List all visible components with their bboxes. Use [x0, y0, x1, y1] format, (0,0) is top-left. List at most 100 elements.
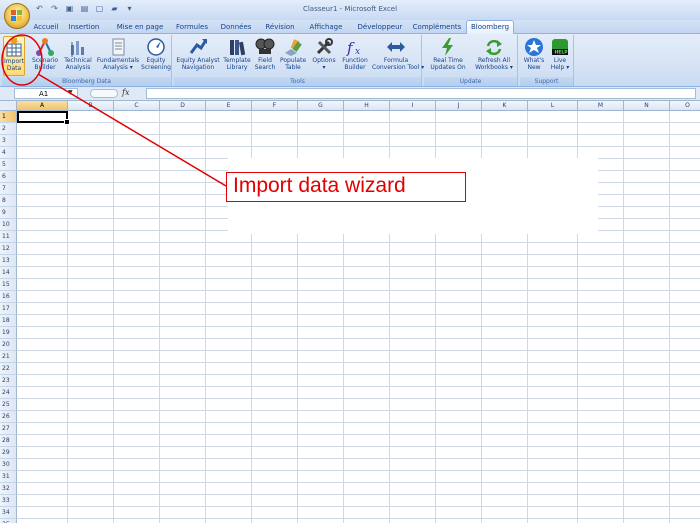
- row-header-34[interactable]: 34: [0, 507, 17, 519]
- field-search-button[interactable]: Field Search: [254, 36, 276, 76]
- equity-screening-button[interactable]: Equity Screening: [141, 36, 171, 76]
- tab-bloomberg[interactable]: Bloomberg: [466, 20, 514, 35]
- row-header-4[interactable]: 4: [0, 147, 17, 159]
- tab-affichage[interactable]: Affichage: [304, 21, 348, 34]
- function-builder-button[interactable]: f x Function Builder: [340, 36, 370, 76]
- active-cell-a1[interactable]: [17, 111, 70, 125]
- title-bar: ↶ ↷ ▣ ▤ ▢ ▰ ▾ Classeur1 - Microsoft Exce…: [0, 0, 700, 20]
- column-header-e[interactable]: E: [206, 101, 252, 111]
- row-header-31[interactable]: 31: [0, 471, 17, 483]
- tab-developpeur[interactable]: Développeur: [352, 21, 408, 34]
- row-header-10[interactable]: 10: [0, 219, 17, 231]
- row-header-13[interactable]: 13: [0, 255, 17, 267]
- tab-accueil[interactable]: Accueil: [32, 21, 60, 34]
- equity-analyst-navigation-button[interactable]: Equity Analyst Navigation: [176, 36, 220, 76]
- row-header-7[interactable]: 7: [0, 183, 17, 195]
- refresh-all-workbooks-button[interactable]: Refresh All Workbooks ▾: [472, 36, 516, 76]
- options-button[interactable]: Options ▾: [310, 36, 338, 76]
- formula-bar-resize-handle[interactable]: [90, 89, 118, 98]
- row-header-14[interactable]: 14: [0, 267, 17, 279]
- group-tools: Equity Analyst Navigation Template Libra…: [174, 35, 424, 86]
- whats-new-button[interactable]: What's New: [522, 36, 546, 76]
- column-header-m[interactable]: M: [578, 101, 624, 111]
- template-library-button[interactable]: Template Library: [222, 36, 252, 76]
- row-header-28[interactable]: 28: [0, 435, 17, 447]
- row-header-32[interactable]: 32: [0, 483, 17, 495]
- column-header-a[interactable]: A: [17, 101, 68, 111]
- column-header-l[interactable]: L: [528, 101, 578, 111]
- row-header-29[interactable]: 29: [0, 447, 17, 459]
- row-header-24[interactable]: 24: [0, 387, 17, 399]
- row-header-3[interactable]: 3: [0, 135, 17, 147]
- tab-donnees[interactable]: Données: [216, 21, 256, 34]
- technical-analysis-label-1: Technical: [64, 57, 92, 64]
- row-header-9[interactable]: 9: [0, 207, 17, 219]
- row-header-25[interactable]: 25: [0, 399, 17, 411]
- insert-function-icon[interactable]: fx: [122, 88, 129, 97]
- tab-mise-en-page[interactable]: Mise en page: [112, 21, 168, 34]
- template-library-label-1: Template: [223, 57, 251, 64]
- function-builder-icon: f x: [346, 39, 360, 57]
- tab-formules[interactable]: Formules: [172, 21, 212, 34]
- group-label-support: Support: [520, 77, 573, 86]
- row-header-2[interactable]: 2: [0, 123, 17, 135]
- formula-conversion-label-1: Formula: [383, 57, 409, 64]
- row-header-16[interactable]: 16: [0, 291, 17, 303]
- column-header-g[interactable]: G: [298, 101, 344, 111]
- row-header-33[interactable]: 33: [0, 495, 17, 507]
- technical-analysis-button[interactable]: Technical Analysis: [62, 36, 94, 76]
- row-header-19[interactable]: 19: [0, 327, 17, 339]
- column-header-o[interactable]: O: [670, 101, 700, 111]
- column-header-i[interactable]: I: [390, 101, 436, 111]
- populate-table-label-2: Table: [285, 64, 301, 71]
- scenario-builder-label-2: Builder: [34, 64, 56, 71]
- row-header-11[interactable]: 11: [0, 231, 17, 243]
- formula-input[interactable]: [146, 88, 696, 99]
- live-help-button[interactable]: HELP Live Help ▾: [548, 36, 572, 76]
- populate-table-button[interactable]: Populate Table: [278, 36, 308, 76]
- row-header-26[interactable]: 26: [0, 411, 17, 423]
- row-header-17[interactable]: 17: [0, 303, 17, 315]
- column-header-n[interactable]: N: [624, 101, 670, 111]
- populate-table-label-1: Populate: [279, 57, 307, 64]
- formula-conversion-button[interactable]: Formula Conversion Tool ▾: [372, 36, 424, 76]
- column-header-f[interactable]: F: [252, 101, 298, 111]
- row-header-35[interactable]: 35: [0, 519, 17, 523]
- chevron-down-icon[interactable]: ▼: [68, 89, 73, 96]
- row-header-5[interactable]: 5: [0, 159, 17, 171]
- svg-text:f: f: [346, 39, 355, 57]
- row-header-20[interactable]: 20: [0, 339, 17, 351]
- row-header-23[interactable]: 23: [0, 375, 17, 387]
- column-header-d[interactable]: D: [160, 101, 206, 111]
- import-data-label-1: Import: [4, 58, 24, 65]
- column-header-j[interactable]: J: [436, 101, 482, 111]
- row-header-21[interactable]: 21: [0, 351, 17, 363]
- row-header-12[interactable]: 12: [0, 243, 17, 255]
- refresh-icon: [486, 39, 502, 56]
- office-button[interactable]: [4, 3, 30, 29]
- tab-revision[interactable]: Révision: [260, 21, 300, 34]
- row-header-27[interactable]: 27: [0, 423, 17, 435]
- import-data-button[interactable]: Import Data: [3, 36, 25, 76]
- column-header-h[interactable]: H: [344, 101, 390, 111]
- row-header-1[interactable]: 1: [0, 111, 17, 123]
- row-header-18[interactable]: 18: [0, 315, 17, 327]
- template-library-icon: [230, 40, 246, 56]
- row-header-30[interactable]: 30: [0, 459, 17, 471]
- row-header-15[interactable]: 15: [0, 279, 17, 291]
- row-header-6[interactable]: 6: [0, 171, 17, 183]
- column-header-k[interactable]: K: [482, 101, 528, 111]
- column-header-c[interactable]: C: [114, 101, 160, 111]
- whats-new-label-2: New: [527, 64, 541, 71]
- real-time-updates-button[interactable]: Real Time Updates On: [426, 36, 470, 76]
- row-header-22[interactable]: 22: [0, 363, 17, 375]
- row-header-8[interactable]: 8: [0, 195, 17, 207]
- scenario-builder-label-1: Scenario: [31, 57, 59, 64]
- select-all-corner[interactable]: [0, 101, 17, 111]
- scenario-builder-button[interactable]: Scenario Builder: [30, 36, 60, 76]
- column-header-b[interactable]: B: [68, 101, 114, 111]
- options-icon: [316, 38, 333, 55]
- tab-complements[interactable]: Compléments: [410, 21, 464, 34]
- tab-insertion[interactable]: Insertion: [62, 21, 106, 34]
- fundamentals-analysis-button[interactable]: Fundamentals Analysis ▾: [96, 36, 140, 76]
